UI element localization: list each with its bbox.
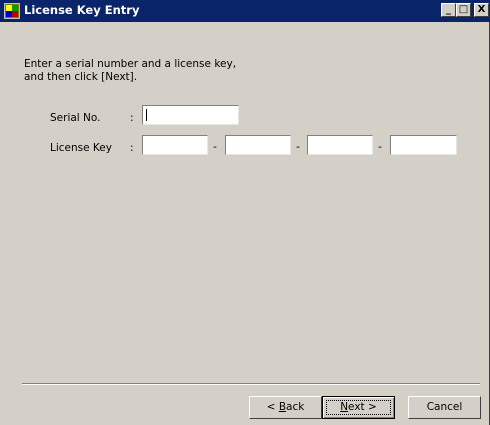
maximize-button[interactable]: □ <box>456 3 471 17</box>
minimize-button[interactable]: _ <box>441 3 456 17</box>
instruction-line-1: Enter a serial number and a license key, <box>24 58 237 70</box>
license-key-part-4[interactable] <box>390 135 457 155</box>
instruction-text: Enter a serial number and a license key,… <box>24 58 324 84</box>
license-key-dash-1: - <box>213 140 217 153</box>
license-key-part-1[interactable] <box>142 135 208 155</box>
serial-label: Serial No. <box>50 112 101 124</box>
title-bar[interactable]: License Key Entry _ □ X <box>0 0 490 22</box>
cancel-button[interactable]: Cancel <box>408 396 481 419</box>
button-separator <box>22 383 480 385</box>
instruction-line-2: and then click [Next]. <box>24 71 138 83</box>
window-title: License Key Entry <box>24 3 140 17</box>
next-button[interactable]: Next > <box>322 396 395 419</box>
app-icon <box>4 3 20 19</box>
license-key-dash-3: - <box>378 140 382 153</box>
back-button[interactable]: < Back <box>249 396 322 419</box>
back-rest: ack <box>286 401 305 413</box>
next-mnemonic: N <box>340 401 349 413</box>
license-key-part-2[interactable] <box>225 135 291 155</box>
back-mnemonic: B <box>278 401 287 413</box>
license-key-dash-2: - <box>296 140 300 153</box>
license-key-window: License Key Entry _ □ X Enter a serial n… <box>0 0 490 425</box>
serial-number-input[interactable] <box>142 105 239 125</box>
serial-colon: : <box>130 112 134 124</box>
next-rest: ext > <box>348 401 377 413</box>
license-key-colon: : <box>130 142 134 154</box>
license-key-part-3[interactable] <box>307 135 373 155</box>
text-caret <box>146 109 147 121</box>
close-button[interactable]: X <box>474 3 489 17</box>
license-key-label: License Key <box>50 142 112 154</box>
back-prefix: < <box>266 401 279 413</box>
